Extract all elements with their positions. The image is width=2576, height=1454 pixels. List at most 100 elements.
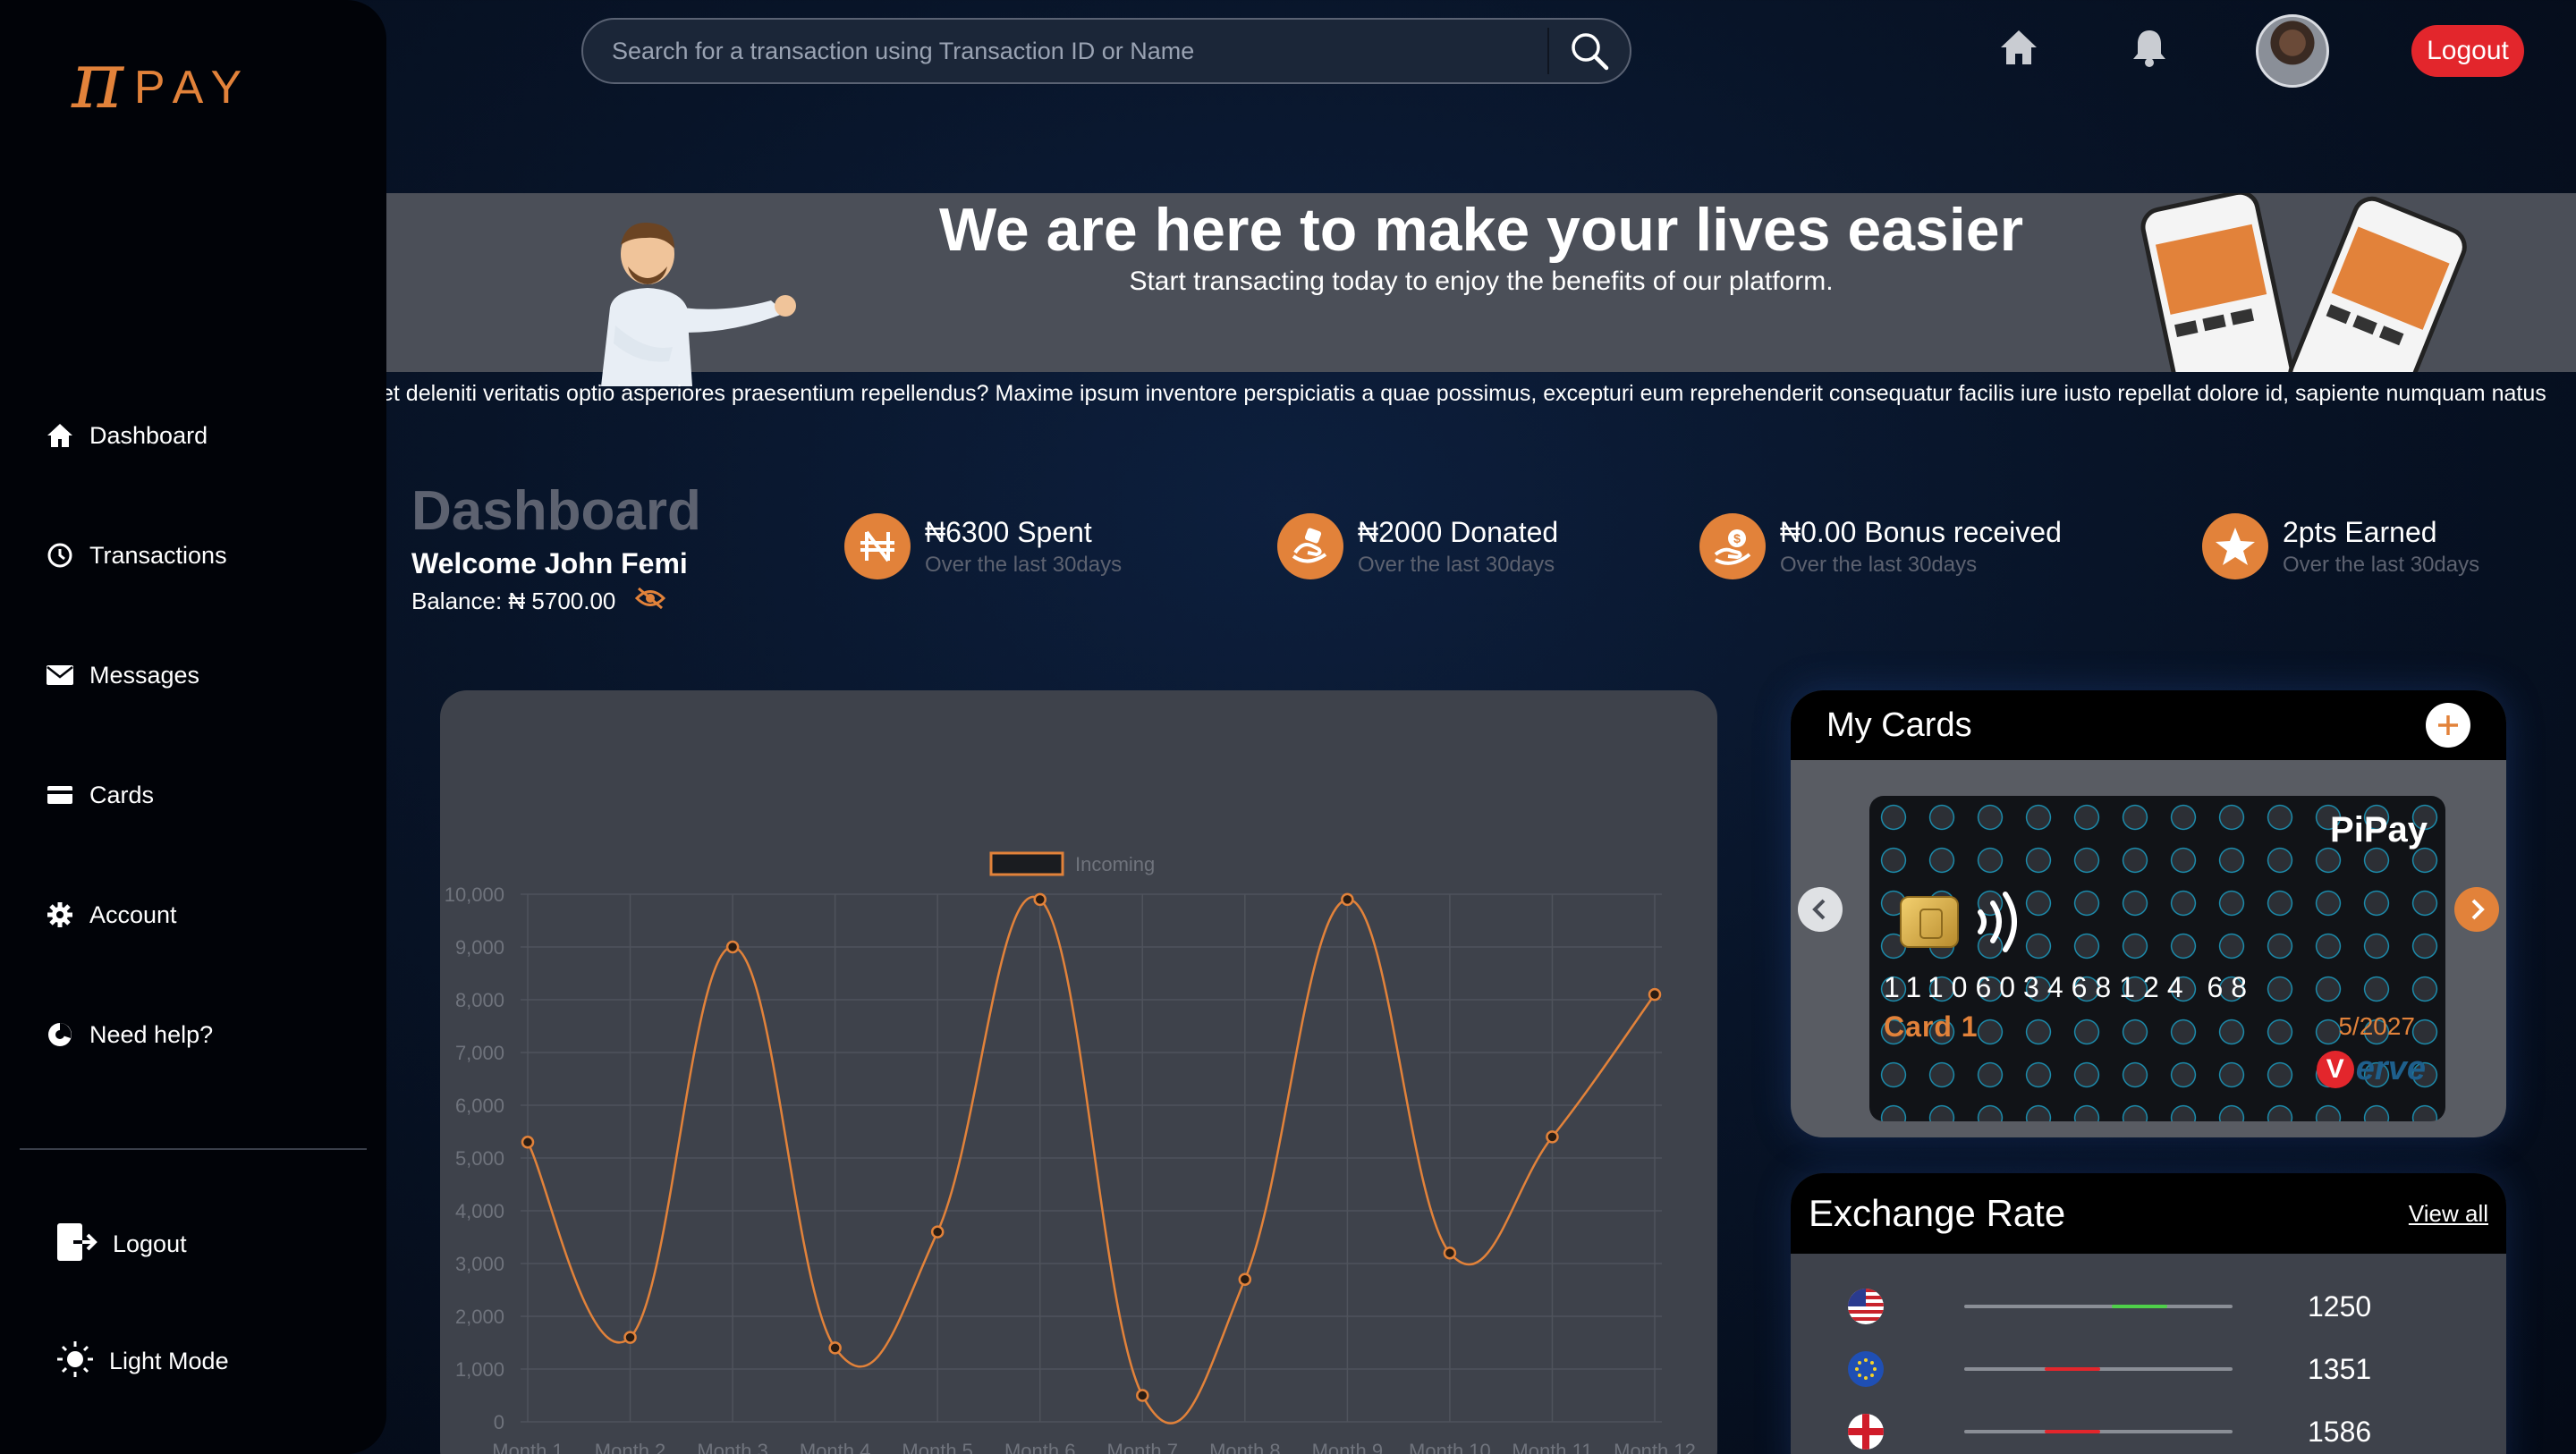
x-tick-label: Month 11 <box>1512 1440 1592 1454</box>
data-point <box>623 1331 637 1344</box>
user-avatar[interactable] <box>2256 14 2329 88</box>
eye-slash-icon[interactable] <box>635 587 666 616</box>
card-name: Card 1 <box>1884 1010 1979 1043</box>
search-button[interactable] <box>1549 20 1630 82</box>
card-number: 1110603468124 68 <box>1884 971 2256 1003</box>
x-tick-label: Month 4 <box>800 1440 871 1454</box>
sidebar-item-dashboard[interactable]: Dashboard <box>45 376 227 495</box>
england-flag-icon <box>1848 1414 1884 1450</box>
data-point <box>725 940 740 954</box>
rate-value: 1586 <box>2308 1415 2372 1448</box>
exchange-title: Exchange Rate <box>1809 1192 2066 1234</box>
x-tick-label: Month 10 <box>1409 1440 1491 1454</box>
x-tick-label: Month 8 <box>1209 1440 1281 1454</box>
rate-trend-bar <box>1964 1305 2233 1308</box>
y-tick-label: 5,000 <box>455 1147 504 1170</box>
us-flag-icon <box>1848 1289 1884 1324</box>
news-marquee: et deleniti veritatis optio asperiores p… <box>386 372 2576 415</box>
bell-icon[interactable] <box>2131 27 2168 72</box>
donate-icon <box>1277 513 1343 579</box>
y-tick-label: 2,000 <box>455 1306 504 1328</box>
app-logo[interactable]: π PAY <box>72 34 253 126</box>
card-prev-button[interactable] <box>1798 887 1843 932</box>
search-input[interactable] <box>583 20 1547 82</box>
incoming-chart-panel: 10,000 9,000 8,000 7,000 6,000 5,000 4,000 3,00… <box>440 690 1717 1454</box>
verve-logo: V erve <box>2316 1050 2426 1088</box>
sidebar-item-help[interactable]: Need help? <box>45 975 227 1095</box>
contactless-icon <box>1978 892 2017 952</box>
y-tick-label: 0 <box>494 1411 504 1433</box>
sidebar-item-account[interactable]: Account <box>45 855 227 975</box>
card-expiry: 5/2027 <box>2338 1012 2415 1040</box>
x-tick-label: Month 5 <box>902 1440 973 1454</box>
eu-flag-icon <box>1848 1351 1884 1387</box>
x-tick-label: Month 3 <box>697 1440 768 1454</box>
data-point <box>930 1225 945 1238</box>
data-point <box>1341 892 1354 907</box>
promo-banner: We are here to make your lives easier St… <box>386 193 2576 386</box>
incoming-line-chart: 10,000 9,000 8,000 7,000 6,000 5,000 4,000 3,00… <box>445 851 1696 1454</box>
header-logout-button[interactable]: Logout <box>2411 25 2524 77</box>
add-card-button[interactable] <box>2426 703 2470 748</box>
y-tick-label: 8,000 <box>455 989 504 1011</box>
star-icon <box>2202 513 2268 579</box>
series-line-incoming <box>526 895 1657 1424</box>
card-next-button[interactable] <box>2454 887 2499 932</box>
welcome-text: Welcome John Femi <box>411 547 688 579</box>
cards-header: My Cards <box>1791 690 2506 760</box>
stat-caption: Over the last 30days <box>2283 552 2480 577</box>
plus-icon <box>2438 715 2458 735</box>
naira-icon <box>844 513 911 579</box>
exchange-row-usd[interactable]: 1250 <box>1791 1275 2506 1338</box>
sidebar-item-cards[interactable]: Cards <box>45 735 227 855</box>
x-tick-label: Month 2 <box>595 1440 666 1454</box>
envelope-icon <box>45 660 75 690</box>
home-icon <box>45 420 75 451</box>
light-mode-toggle[interactable]: Light Mode <box>55 1340 229 1383</box>
verve-v-mark: V <box>2316 1050 2354 1088</box>
sidebar-logout-button[interactable]: Logout <box>55 1222 187 1267</box>
y-tick-label: 4,000 <box>455 1200 504 1222</box>
y-tick-label: 7,000 <box>455 1042 504 1064</box>
bonus-icon: $ <box>1699 513 1766 579</box>
rate-trend-bar <box>1964 1430 2233 1433</box>
stat-value: 2pts Earned <box>2283 515 2437 548</box>
rate-value: 1351 <box>2308 1352 2372 1385</box>
exchange-row-gbp[interactable]: 1586 <box>1791 1400 2506 1454</box>
data-point <box>1443 1246 1457 1260</box>
stat-donated: ₦2000 Donated Over the last 30days <box>1277 513 1558 579</box>
exchange-header: Exchange Rate View all <box>1791 1173 2506 1254</box>
cards-title: My Cards <box>1826 706 1972 744</box>
data-point <box>1546 1130 1559 1144</box>
clock-icon <box>45 540 75 571</box>
x-tick-label: Month 7 <box>1107 1440 1179 1454</box>
rate-trend-bar <box>1964 1367 2233 1371</box>
card-brand: PiPay <box>2330 810 2428 850</box>
stat-value: ₦6300 Spent <box>925 515 1092 548</box>
data-point <box>1033 892 1046 907</box>
my-cards-panel: My Cards PiPay 1110603468124 68 Card 1 5… <box>1791 690 2506 1137</box>
balance-row: Balance: ₦ 5700.00 <box>411 587 666 616</box>
sidebar-item-label: Need help? <box>89 1020 214 1048</box>
view-all-link[interactable]: View all <box>2409 1200 2488 1228</box>
data-point <box>1648 987 1662 1002</box>
search-icon <box>1572 33 1609 71</box>
data-point <box>1238 1272 1252 1286</box>
y-tick-label: 6,000 <box>455 1095 504 1117</box>
light-mode-label: Light Mode <box>109 1348 229 1374</box>
stat-value: ₦0.00 Bonus received <box>1780 515 2062 548</box>
search-bar <box>581 18 1631 84</box>
sidebar-item-messages[interactable]: Messages <box>45 615 227 735</box>
stat-bonus: $ ₦0.00 Bonus received Over the last 30d… <box>1699 513 2062 579</box>
logo-text: PAY <box>133 62 253 114</box>
stat-caption: Over the last 30days <box>925 552 1123 577</box>
bank-card[interactable]: PiPay 1110603468124 68 Card 1 5/2027 V e… <box>1869 796 2445 1121</box>
stat-caption: Over the last 30days <box>1358 552 1555 577</box>
legend-swatch <box>989 851 1064 876</box>
rate-value: 1250 <box>2308 1289 2372 1323</box>
exchange-row-eur[interactable]: 1351 <box>1791 1338 2506 1400</box>
home-icon[interactable] <box>1998 27 2039 72</box>
sidebar-item-transactions[interactable]: Transactions <box>45 495 227 615</box>
chevron-left-icon <box>1812 899 1826 920</box>
logo-symbol: π <box>72 34 123 126</box>
